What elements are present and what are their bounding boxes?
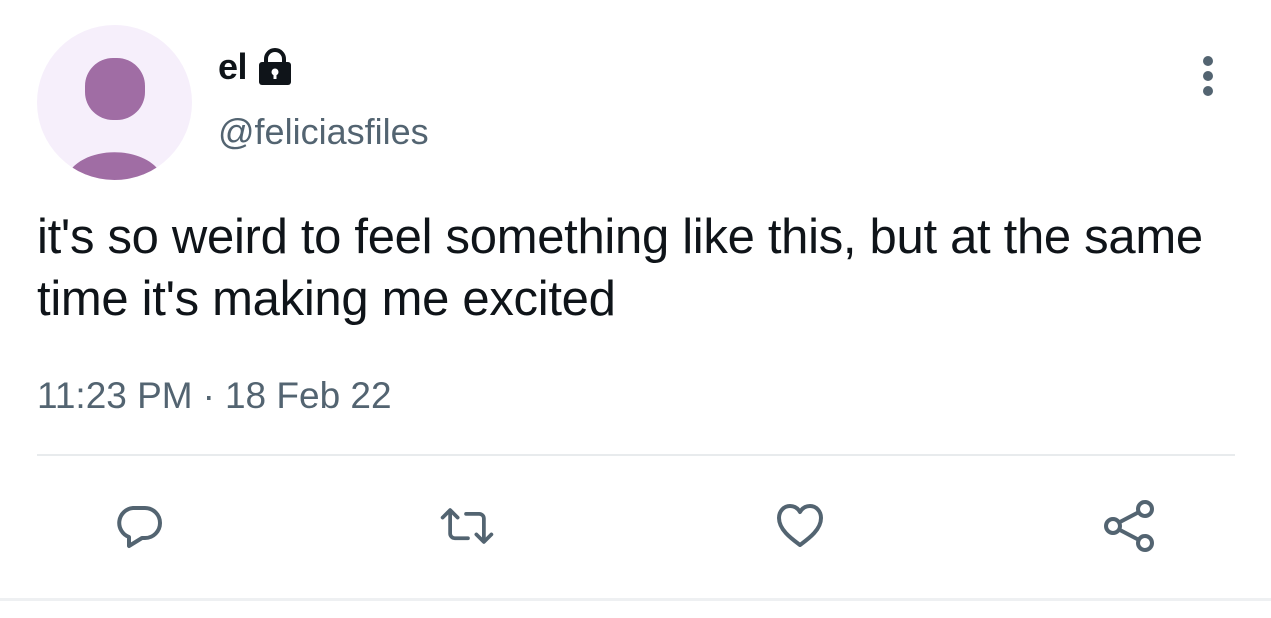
tweet-timestamp: 11:23 PM · 18 Feb 22 xyxy=(37,372,392,420)
tweet-text: it's so weird to feel something like thi… xyxy=(37,210,1203,326)
more-vertical-icon xyxy=(1203,56,1213,96)
lock-icon xyxy=(255,44,295,90)
retweet-button[interactable] xyxy=(437,496,497,556)
author-handle[interactable]: @feliciasfiles xyxy=(218,110,429,154)
reply-icon xyxy=(117,506,162,548)
share-button[interactable] xyxy=(1100,496,1160,556)
share-icon xyxy=(1104,500,1154,552)
author-name-row: el xyxy=(218,44,295,90)
actions-divider xyxy=(37,454,1235,456)
more-options-button[interactable] xyxy=(1188,52,1228,100)
timestamp-separator: · xyxy=(202,375,215,416)
retweet-icon xyxy=(440,508,494,544)
bottom-divider xyxy=(0,598,1271,601)
heart-icon xyxy=(777,504,823,547)
tweet-time[interactable]: 11:23 PM xyxy=(37,372,193,420)
author-display-name[interactable]: el xyxy=(218,44,248,90)
like-button[interactable] xyxy=(770,496,830,556)
default-profile-icon xyxy=(65,58,164,180)
avatar[interactable] xyxy=(37,25,192,180)
reply-button[interactable] xyxy=(109,496,169,556)
tweet-date[interactable]: 18 Feb 22 xyxy=(225,372,392,420)
tweet-card: el @feliciasfiles it's so weird to feel … xyxy=(0,0,1271,618)
